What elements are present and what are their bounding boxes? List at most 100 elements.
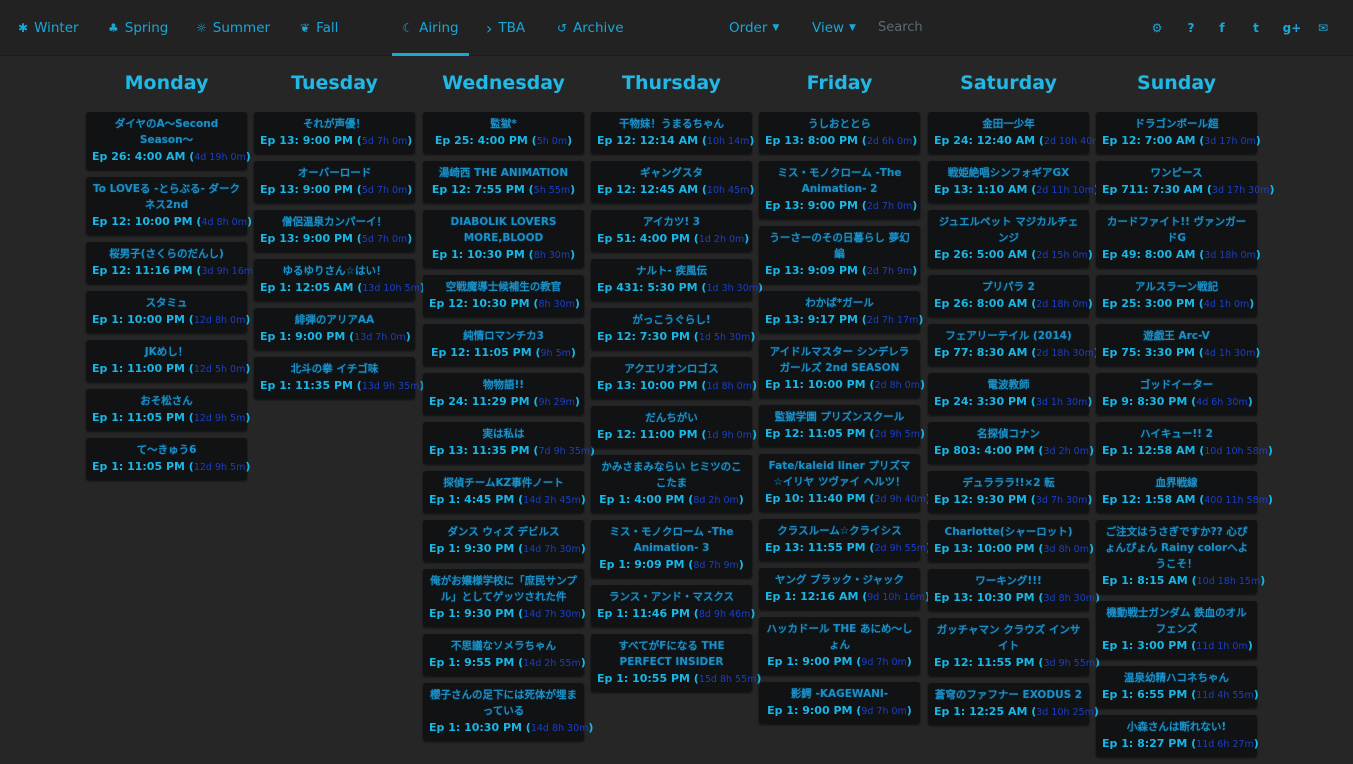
show-card[interactable]: アイドルマスター シンデレラガールズ 2nd SEASON Ep 11: 10:0… [759,340,925,398]
nav-label: Spring [124,20,169,36]
show-card[interactable]: プリパラ 2 Ep 26: 8:00 AM (2d 18h 0m) [928,275,1093,317]
countdown: 4d 1h 0m [1203,299,1250,310]
order-dropdown[interactable]: Order ▼ [729,0,779,56]
show-card[interactable]: 監獄* Ep 25: 4:00 PM (5h 0m) [423,112,584,154]
paren: ) [918,313,924,326]
show-card[interactable]: 俺がお嬢様学校に「庶民サンプル」としてゲッツされた件 Ep 1: 9:30 PM … [423,569,586,627]
show-card[interactable]: おそ松さん Ep 1: 11:05 PM (12d 9h 5m) [86,389,250,431]
show-card[interactable]: ハッカドール THE あにめ〜しょん Ep 1: 9:00 PM (9d 7h 0… [759,617,920,675]
show-card[interactable]: わかば*ガール Ep 13: 9:17 PM (2d 7h 17m) [759,291,924,333]
show-card[interactable]: ギャングスタ Ep 12: 12:45 AM (10h 45m) [591,161,754,203]
show-card[interactable]: 緋弾のアリアAA Ep 1: 9:00 PM (13d 7h 0m) [254,308,415,350]
show-card[interactable]: Fate/kaleid liner プリズマ☆イリヤ ツヴァイ ヘルツ！ Ep 1… [759,454,931,512]
show-card[interactable]: 電波教師 Ep 24: 3:30 PM (3d 1h 30m) [928,373,1092,415]
show-card[interactable]: 櫻子さんの足下には死体が埋まっている Ep 1: 10:30 PM (14d 8h… [423,683,593,741]
show-card[interactable]: カードファイト!! ヴァンガードG Ep 49: 8:00 AM (3d 18h … [1096,210,1261,268]
show-card[interactable]: ガッチャマン クラウズ インサイト Ep 12: 11:55 PM (3d 9h … [928,618,1100,676]
show-card[interactable]: To LOVEる -とらぶる- ダークネス2nd Ep 12: 10:00 PM … [86,177,252,235]
twitter-icon[interactable]: t [1245,0,1267,56]
show-card[interactable]: て～きゅう6 Ep 1: 11:05 PM (12d 9h 5m) [86,438,250,480]
view-dropdown[interactable]: View ▼ [812,0,856,56]
tab-airing[interactable]: ☾ Airing [392,0,469,56]
show-card[interactable]: 湯崎西 THE ANIMATION Ep 12: 7:55 PM (5h 55m) [423,161,584,203]
show-card[interactable]: 実は私は Ep 13: 11:35 PM (7d 9h 35m) [423,422,595,464]
show-card[interactable]: 監獄学園 プリズンスクール Ep 12: 11:05 PM (2d 9h 5m) [759,405,925,447]
show-airtime: Ep 1: 11:05 PM (12d 9h 5m) [92,458,250,476]
show-card[interactable]: アイカツ! 3 Ep 51: 4:00 PM (1d 2h 0m) [591,210,752,252]
show-card[interactable]: ご注文はうさぎですか?? 心ぴょんぴょん Rainy colorへようこそ！ Ep… [1096,520,1265,594]
nav-season-summer[interactable]: ☼ Summer [196,0,270,56]
show-card[interactable]: 金田一少年 Ep 24: 12:40 AM (2d 10h 40m) [928,112,1107,154]
show-card[interactable]: うしおととら Ep 13: 8:00 PM (2d 6h 0m) [759,112,920,154]
gear-icon[interactable]: ⚙ [1146,0,1168,56]
show-card[interactable]: オーバーロード Ep 13: 9:00 PM (5d 7h 0m) [254,161,415,203]
paren: ) [912,199,918,212]
help-icon[interactable]: ? [1180,0,1202,56]
show-card[interactable]: ワンピース Ep 711: 7:30 AM (3d 17h 30m) [1096,161,1275,203]
show-card[interactable]: かみさまみならい ヒミツのここたま Ep 1: 4:00 PM (8d 2h 0m… [591,455,752,513]
show-card[interactable]: ダイヤのA〜Second Season〜 Ep 26: 4:00 AM (4d 1… [86,112,251,170]
show-card[interactable]: 探偵チームKZ事件ノート Ep 1: 4:45 PM (14d 2h 45m) [423,471,586,513]
episode-time: Ep 12: 11:55 PM ( [934,656,1044,669]
show-card[interactable]: 名探偵コナン Ep 803: 4:00 PM (3d 2h 0m) [928,422,1094,464]
show-card[interactable]: ジュエルペット マジカルチェンジ Ep 26: 5:00 AM (2d 15h 0… [928,210,1093,268]
show-card[interactable]: 戦姫絶唱シンフォギアGX Ep 13: 1:10 AM (2d 11h 10m) [928,161,1099,203]
show-card[interactable]: すべてがFになる THE PERFECT INSIDER Ep 1: 10:55 … [591,634,761,692]
show-card[interactable]: 干物妹！うまるちゃん Ep 12: 12:14 AM (10h 14m) [591,112,754,154]
show-card[interactable]: 桜男子(さくらのだんし) Ep 12: 11:16 PM (3d 9h 16m) [86,242,258,284]
show-card[interactable]: だんちがい Ep 12: 11:00 PM (1d 9h 0m) [591,406,757,448]
search-input[interactable] [870,14,1066,40]
nav-season-fall[interactable]: ❦ Fall [300,0,338,56]
show-card[interactable]: アルスラーン戦記 Ep 25: 3:00 PM (4d 1h 0m) [1096,275,1257,317]
facebook-icon[interactable]: f [1211,0,1233,56]
show-card[interactable]: 影鰐 -KAGEWANI- Ep 1: 9:00 PM (9d 7h 0m) [759,682,920,724]
show-card[interactable]: ランス・アンド・マスクス Ep 1: 11:46 PM (8d 9h 46m) [591,585,755,627]
show-card[interactable]: 温泉幼精ハコネちゃん Ep 1: 6:55 PM (11d 4h 55m) [1096,666,1259,708]
day-column-saturday: 金田一少年 Ep 24: 12:40 AM (2d 10h 40m) 戦姫絶唱シンフ… [928,112,1107,732]
show-card[interactable]: 物物語!! Ep 24: 11:29 PM (9h 29m) [423,373,584,415]
show-card[interactable]: うーさーのその日暮らし 夢幻編 Ep 13: 9:09 PM (2d 7h 9m) [759,226,920,284]
show-card[interactable]: 血界戦線 Ep 12: 1:58 AM (400 11h 58m) [1096,471,1273,513]
show-card[interactable]: Charlotte(シャーロット) Ep 13: 10:00 PM (3d 8h … [928,520,1094,562]
show-card[interactable]: 北斗の拳 イチゴ味 Ep 1: 11:35 PM (13d 9h 35m) [254,357,424,399]
day-column-tuesday: それが声優！ Ep 13: 9:00 PM (5d 7h 0m) オーバーロード Ep… [254,112,425,406]
show-card[interactable]: JKめし！ Ep 1: 11:00 PM (12d 5h 0m) [86,340,250,382]
tab-tba[interactable]: › TBA [486,0,525,56]
tab-archive[interactable]: ↺ Archive [557,0,624,56]
show-card[interactable]: 機動戦士ガンダム 鉄血のオルフェンズ Ep 1: 3:00 PM (11d 1h … [1096,601,1257,659]
show-card[interactable]: 小森さんは断れない! Ep 1: 8:27 PM (11d 6h 27m) [1096,715,1259,757]
show-card[interactable]: ナルト- 疾風伝 Ep 431: 5:30 PM (1d 3h 30m) [591,259,763,301]
show-card[interactable]: 遊戯王 Arc-V Ep 75: 3:30 PM (4d 1h 30m) [1096,324,1260,366]
show-card[interactable]: ヤング ブラック・ジャック Ep 1: 12:16 AM (9d 10h 16m) [759,568,930,610]
show-card[interactable]: それが声優！ Ep 13: 9:00 PM (5d 7h 0m) [254,112,415,154]
show-card[interactable]: ミス・モノクローム -The Animation- 2 Ep 13: 9:00 P… [759,161,920,219]
google-plus-icon[interactable]: g+ [1281,0,1303,56]
show-card[interactable]: ゆるゆりさん☆はい！ Ep 1: 12:05 AM (13d 10h 5m) [254,259,425,301]
show-card[interactable]: ダンス ウィズ デビルス Ep 1: 9:30 PM (14d 7h 30m) [423,520,586,562]
show-card[interactable]: デュラララ!!×2 転 Ep 12: 9:30 PM (3d 7h 30m) [928,471,1092,513]
show-card[interactable]: がっこうぐらし! Ep 12: 7:30 PM (1d 5h 30m) [591,308,755,350]
episode-time: Ep 26: 4:00 AM ( [92,150,195,163]
show-card[interactable]: 空戦魔導士候補生の教官 Ep 12: 10:30 PM (8h 30m) [423,275,584,317]
show-card[interactable]: ミス・モノクローム -The Animation- 3 Ep 1: 9:09 PM… [591,520,752,578]
show-card[interactable]: クラスルーム☆クライシス Ep 13: 11:55 PM (2d 9h 55m) [759,519,931,561]
show-card[interactable]: ハイキュー!! 2 Ep 1: 12:58 AM (10d 10h 58m) [1096,422,1273,464]
show-card[interactable]: スタミュ Ep 1: 10:00 PM (12d 8h 0m) [86,291,250,333]
nav-season-spring[interactable]: ♣ Spring [108,0,168,56]
episode-time: Ep 1: 3:00 PM ( [1102,639,1197,652]
show-card[interactable]: フェアリーテイル (2014) Ep 77: 8:30 AM (2d 18h 30… [928,324,1099,366]
show-card[interactable]: ゴッドイーター Ep 9: 8:30 PM (4d 6h 30m) [1096,373,1257,415]
show-card[interactable]: 蒼穹のファフナー EXODUS 2 Ep 1: 12:25 AM (3d 10h … [928,683,1099,725]
show-card[interactable]: DIABOLIK LOVERS MORE,BLOOD Ep 1: 10:30 PM… [423,210,584,268]
episode-time: Ep 12: 12:45 AM ( [597,183,707,196]
nav-season-winter[interactable]: ✱ Winter [18,0,79,56]
show-card[interactable]: ワーキング!!! Ep 13: 10:30 PM (3d 8h 30m) [928,569,1100,611]
mail-icon[interactable]: ✉ [1312,0,1334,56]
show-airtime: Ep 1: 9:55 PM (14d 2h 55m) [429,654,586,672]
show-card[interactable]: アクエリオンロゴス Ep 13: 10:00 PM (1d 8h 0m) [591,357,757,399]
show-card[interactable]: 僧侶温泉カンパーイ！ Ep 13: 9:00 PM (5d 7h 0m) [254,210,415,252]
show-card[interactable]: 不思議なソメラちゃん Ep 1: 9:55 PM (14d 2h 55m) [423,634,586,676]
show-title: 電波教師 [987,379,1030,391]
show-card[interactable]: ドラゴンボール超 Ep 12: 7:00 AM (3d 17h 0m) [1096,112,1261,154]
show-card[interactable]: 純情ロマンチカ3 Ep 12: 11:05 PM (9h 5m) [423,324,584,366]
